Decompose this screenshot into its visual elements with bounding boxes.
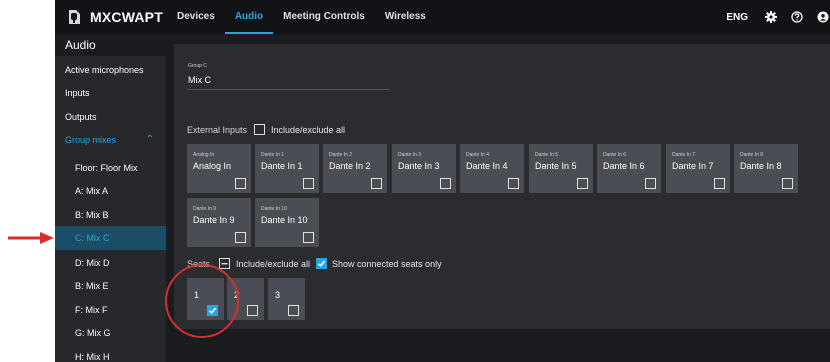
nav-devices[interactable]: Devices	[167, 0, 225, 34]
seats-include-all-label: Include/exclude all	[236, 259, 311, 269]
seat-tile-3[interactable]: 3	[268, 278, 305, 320]
input-tile-label: Dante In 8	[740, 152, 764, 158]
input-tile-dante-in-3[interactable]: Dante In 3 Dante In 3	[392, 144, 456, 193]
input-tile-name: Analog In	[193, 161, 232, 171]
input-tile-name: Dante In 1	[261, 161, 303, 171]
main-nav: Devices Audio Meeting Controls Wireless	[167, 0, 436, 34]
group-name-underline	[187, 89, 390, 90]
chevron-up-icon[interactable]: ⌃	[146, 128, 154, 152]
seat-checkbox[interactable]	[288, 305, 299, 316]
checkmark-icon	[317, 260, 326, 267]
external-include-all-checkbox[interactable]	[254, 124, 265, 135]
help-icon[interactable]	[790, 10, 804, 24]
input-tile-name: Dante In 9	[193, 215, 235, 225]
gear-icon[interactable]	[764, 10, 778, 24]
sidebar-item-label: Group mixes	[65, 135, 117, 145]
language-selector[interactable]: ENG	[726, 12, 748, 23]
sidebar-item-mix-d[interactable]: D: Mix D	[55, 251, 166, 275]
sidebar-header: Audio	[55, 34, 166, 56]
sidebar-item-mix-a[interactable]: A: Mix A	[55, 179, 166, 203]
input-tile-name: Dante In 5	[535, 161, 577, 171]
sidebar-item-mix-e[interactable]: B: Mix E	[55, 274, 166, 298]
input-tile-name: Dante In 4	[466, 161, 508, 171]
input-tile-dante-in-7[interactable]: Dante In 7 Dante In 7	[666, 144, 730, 193]
input-checkbox[interactable]	[371, 178, 382, 189]
group-label: Group C	[188, 63, 207, 69]
sidebar-item-active-microphones[interactable]: Active microphones	[55, 58, 166, 82]
input-tile-label: Dante In 6	[603, 152, 627, 158]
input-checkbox[interactable]	[645, 178, 656, 189]
sidebar-item-group-mixes[interactable]: Group mixes ⌃	[55, 128, 166, 152]
input-tile-label: Dante In 5	[535, 152, 559, 158]
sidebar-item-mix-c[interactable]: C: Mix C	[55, 226, 166, 250]
nav-meeting-controls[interactable]: Meeting Controls	[273, 0, 375, 34]
sidebar-item-mix-f[interactable]: F: Mix F	[55, 298, 166, 322]
input-tile-name: Dante In 3	[398, 161, 440, 171]
input-tile-analog-in[interactable]: Analog In Analog In	[187, 144, 251, 193]
show-connected-seats-checkbox[interactable]	[316, 258, 327, 269]
annotation-arrow-icon	[8, 232, 54, 244]
input-tile-label: Dante In 7	[672, 152, 696, 158]
input-tile-dante-in-8[interactable]: Dante In 8 Dante In 8	[734, 144, 798, 193]
external-include-all-label: Include/exclude all	[271, 125, 346, 135]
annotation-circle-icon	[165, 264, 239, 338]
input-tile-label: Dante In 2	[329, 152, 353, 158]
input-tile-label: Dante In 3	[398, 152, 422, 158]
input-tile-label: Dante In 10	[261, 206, 287, 212]
input-tile-name: Dante In 6	[603, 161, 645, 171]
input-tile-name: Dante In 7	[672, 161, 714, 171]
input-tile-name: Dante In 10	[261, 215, 308, 225]
input-checkbox[interactable]	[235, 178, 246, 189]
input-tile-name: Dante In 8	[740, 161, 782, 171]
input-tile-dante-in-5[interactable]: Dante In 5 Dante In 5	[529, 144, 593, 193]
input-tile-dante-in-9[interactable]: Dante In 9 Dante In 9	[187, 198, 251, 247]
input-tile-label: Dante In 4	[466, 152, 490, 158]
sidebar-item-mix-g[interactable]: G: Mix G	[55, 321, 166, 345]
input-tile-dante-in-10[interactable]: Dante In 10 Dante In 10	[255, 198, 319, 247]
topbar-tools: ENG	[726, 0, 830, 34]
seat-checkbox[interactable]	[247, 305, 258, 316]
input-tile-dante-in-1[interactable]: Dante In 1 Dante In 1	[255, 144, 319, 193]
input-checkbox[interactable]	[782, 178, 793, 189]
nav-wireless[interactable]: Wireless	[375, 0, 436, 34]
input-checkbox[interactable]	[508, 178, 519, 189]
input-tile-label: Dante In 1	[261, 152, 285, 158]
input-tile-dante-in-2[interactable]: Dante In 2 Dante In 2	[323, 144, 387, 193]
seat-number: 3	[275, 290, 281, 300]
top-bar: MXCWAPT Devices Audio Meeting Controls W…	[55, 0, 830, 34]
input-tile-name: Dante In 2	[329, 161, 371, 171]
group-mix-panel: Group C Mix C External Inputs Include/ex…	[174, 44, 830, 329]
input-checkbox[interactable]	[235, 232, 246, 243]
main-content: Group C Mix C External Inputs Include/ex…	[166, 34, 830, 362]
input-checkbox[interactable]	[303, 232, 314, 243]
show-connected-seats-label: Show connected seats only	[332, 259, 442, 269]
shure-logo-icon[interactable]	[67, 9, 81, 25]
external-inputs-label: External Inputs	[187, 125, 248, 135]
input-tile-label: Dante In 9	[193, 206, 217, 212]
input-checkbox[interactable]	[577, 178, 588, 189]
input-checkbox[interactable]	[714, 178, 725, 189]
nav-audio[interactable]: Audio	[224, 0, 274, 34]
sidebar-item-mix-h[interactable]: H: Mix H	[55, 345, 166, 362]
sidebar-item-floor-mix[interactable]: Floor: Floor Mix	[55, 156, 166, 180]
group-name-field[interactable]: Mix C	[188, 75, 211, 85]
input-tile-dante-in-4[interactable]: Dante In 4 Dante In 4	[460, 144, 524, 193]
sidebar-item-outputs[interactable]: Outputs	[55, 105, 166, 129]
user-icon[interactable]	[816, 10, 830, 24]
input-checkbox[interactable]	[303, 178, 314, 189]
input-checkbox[interactable]	[440, 178, 451, 189]
sidebar: Audio Active microphones Inputs Outputs …	[55, 34, 166, 362]
input-tile-label: Analog In	[193, 152, 215, 158]
input-tile-dante-in-6[interactable]: Dante In 6 Dante In 6	[597, 144, 661, 193]
sidebar-item-mix-b[interactable]: B: Mix B	[55, 203, 166, 227]
app-title: MXCWAPT	[90, 9, 163, 25]
sidebar-item-inputs[interactable]: Inputs	[55, 81, 166, 105]
